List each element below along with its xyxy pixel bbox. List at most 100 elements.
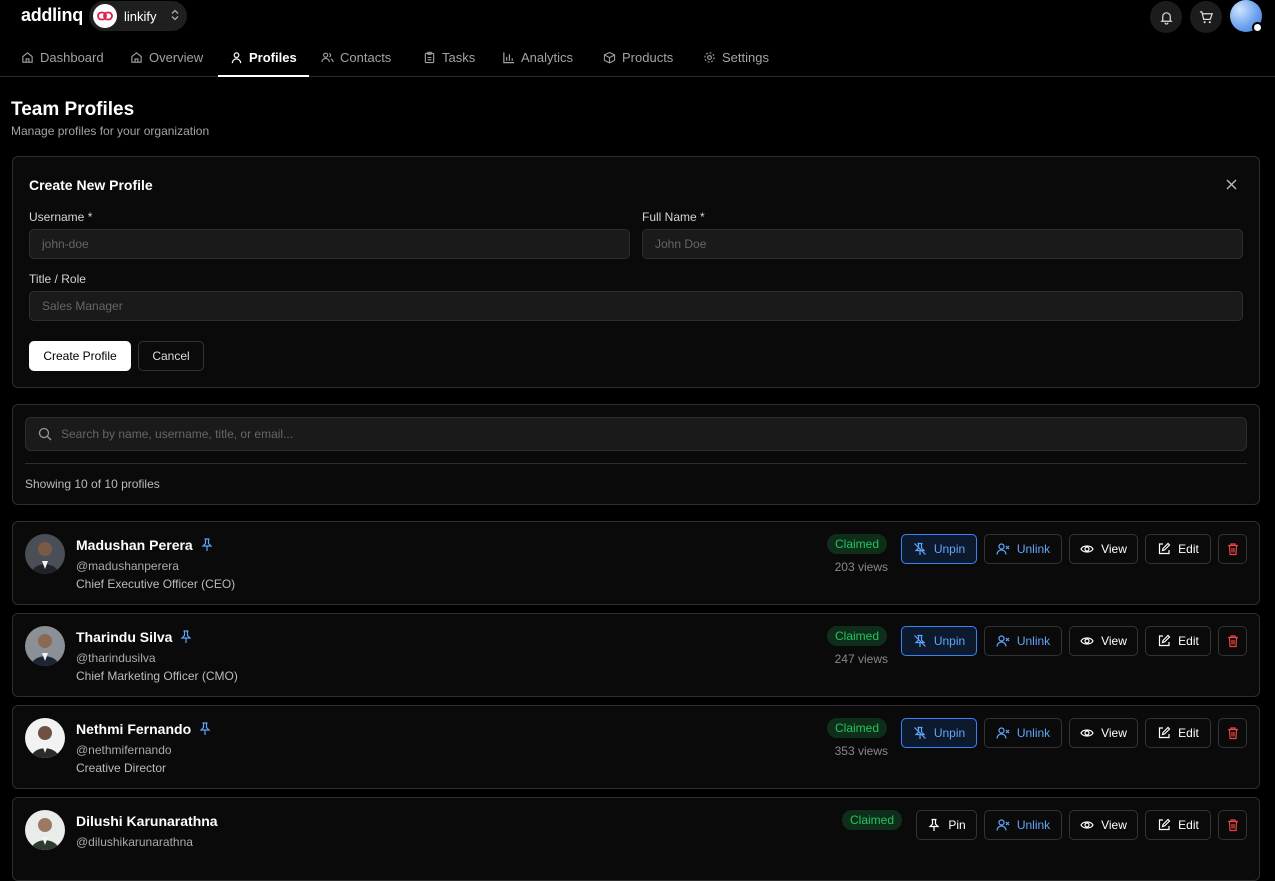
bell-icon (1159, 11, 1173, 25)
notifications-button[interactable] (1150, 1, 1182, 33)
pin-icon (913, 634, 926, 647)
tab-contacts[interactable]: Contacts (321, 38, 391, 76)
create-profile-form: Create New Profile Username * john-doe F… (12, 156, 1260, 388)
tab-label: Tasks (442, 49, 476, 65)
unlink-button[interactable]: Unlink (984, 810, 1062, 840)
home-icon (131, 51, 142, 63)
pin-icon (913, 726, 926, 739)
profile-title: Chief Executive Officer (CEO) (76, 577, 236, 591)
trash-icon (1227, 819, 1238, 832)
fullname-label: Full Name * (642, 210, 705, 224)
unlink-button[interactable]: Unlink (984, 626, 1062, 656)
profile-name[interactable]: Nethmi Fernando (76, 721, 211, 737)
cart-icon (1199, 10, 1213, 23)
username-field[interactable]: john-doe (29, 229, 630, 259)
brand-logo[interactable]: addlinq (21, 5, 83, 26)
title-field[interactable]: Sales Manager (29, 291, 1243, 321)
view-count: 247 views (834, 652, 888, 666)
page-title: Team Profiles (11, 99, 135, 120)
pin-icon (928, 818, 940, 831)
status-badge: Claimed (827, 718, 888, 738)
pin-button[interactable]: Unpin (901, 626, 977, 656)
workspace-name: linkify (124, 8, 157, 24)
trash-icon (1227, 543, 1238, 556)
tab-tasks[interactable]: Tasks (423, 38, 475, 76)
users-icon (321, 52, 334, 62)
delete-button[interactable] (1218, 810, 1247, 840)
tab-label: Settings (722, 49, 769, 65)
tab-label: Overview (149, 49, 204, 65)
profile-avatar[interactable] (25, 626, 65, 666)
delete-button[interactable] (1218, 718, 1247, 748)
view-button[interactable]: View (1069, 810, 1138, 840)
tab-dashboard[interactable]: Dashboard (21, 38, 104, 76)
tab-profiles[interactable]: Profiles (218, 38, 309, 77)
profile-row: Madushan Perera @madushanperera Chief Ex… (12, 521, 1260, 605)
title-label: Title / Role (29, 272, 86, 286)
status-badge: Claimed (827, 626, 888, 646)
tab-overview[interactable]: Overview (130, 38, 203, 76)
edit-button[interactable]: Edit (1145, 718, 1211, 748)
profile-avatar[interactable] (25, 810, 65, 850)
cart-button[interactable] (1190, 1, 1222, 33)
profiles-count: Showing 10 of 10 profiles (25, 477, 160, 491)
close-icon[interactable] (1226, 177, 1237, 195)
user-icon (231, 51, 242, 63)
home-icon (22, 51, 33, 63)
workspace-switcher[interactable]: linkify (89, 1, 187, 31)
edit-button[interactable]: Edit (1145, 626, 1211, 656)
trash-icon (1227, 727, 1238, 740)
profile-name[interactable]: Madushan Perera (76, 537, 213, 553)
bar-chart-icon (503, 51, 515, 63)
pin-button[interactable]: Pin (916, 810, 977, 840)
status-badge: Claimed (842, 810, 903, 830)
tab-label: Contacts (340, 49, 392, 65)
tab-label: Analytics (521, 49, 574, 65)
create-profile-button[interactable]: Create Profile (29, 341, 131, 371)
tab-label: Profiles (249, 49, 297, 65)
profile-avatar[interactable] (25, 718, 65, 758)
profile-row: Dilushi Karunarathna @dilushikarunarathn… (12, 797, 1260, 881)
pin-button[interactable]: Unpin (901, 534, 977, 564)
edit-icon (1159, 634, 1171, 647)
pin-icon (913, 542, 926, 555)
view-button[interactable]: View (1069, 718, 1138, 748)
profile-avatar[interactable] (25, 534, 65, 574)
tab-products[interactable]: Products (603, 38, 673, 76)
view-button[interactable]: View (1069, 534, 1138, 564)
unlink-button[interactable]: Unlink (984, 534, 1062, 564)
fullname-field[interactable]: John Doe (642, 229, 1243, 259)
pin-icon (181, 630, 192, 643)
profile-name[interactable]: Dilushi Karunarathna (76, 813, 218, 829)
trash-icon (1227, 635, 1238, 648)
profile-username: @dilushikarunarathna (76, 835, 193, 849)
tab-label: Products (622, 49, 674, 65)
clipboard-icon (424, 51, 435, 63)
delete-button[interactable] (1218, 534, 1247, 564)
search-icon (38, 427, 52, 441)
profile-row: Nethmi Fernando @nethmifernando Creative… (12, 705, 1260, 789)
edit-icon (1159, 542, 1171, 555)
delete-button[interactable] (1218, 626, 1247, 656)
edit-button[interactable]: Edit (1145, 534, 1211, 564)
search-placeholder: Search by name, username, title, or emai… (61, 427, 294, 441)
search-input[interactable]: Search by name, username, title, or emai… (25, 417, 1247, 451)
edit-button[interactable]: Edit (1145, 810, 1211, 840)
eye-icon (1080, 545, 1094, 553)
view-button[interactable]: View (1069, 626, 1138, 656)
pin-button[interactable]: Unpin (901, 718, 977, 748)
user-avatar[interactable] (1230, 0, 1263, 33)
profile-name[interactable]: Tharindu Silva (76, 629, 192, 645)
edit-icon (1159, 726, 1171, 739)
tab-label: Dashboard (40, 49, 104, 65)
user-x-icon (996, 635, 1010, 647)
pin-icon (201, 538, 213, 551)
cancel-button[interactable]: Cancel (138, 341, 204, 371)
edit-icon (1159, 818, 1171, 831)
tab-settings[interactable]: Settings (703, 38, 769, 76)
gear-icon (704, 51, 715, 63)
tab-analytics[interactable]: Analytics (502, 38, 573, 76)
status-badge: Claimed (827, 534, 888, 554)
status-dot (1252, 22, 1263, 33)
unlink-button[interactable]: Unlink (984, 718, 1062, 748)
